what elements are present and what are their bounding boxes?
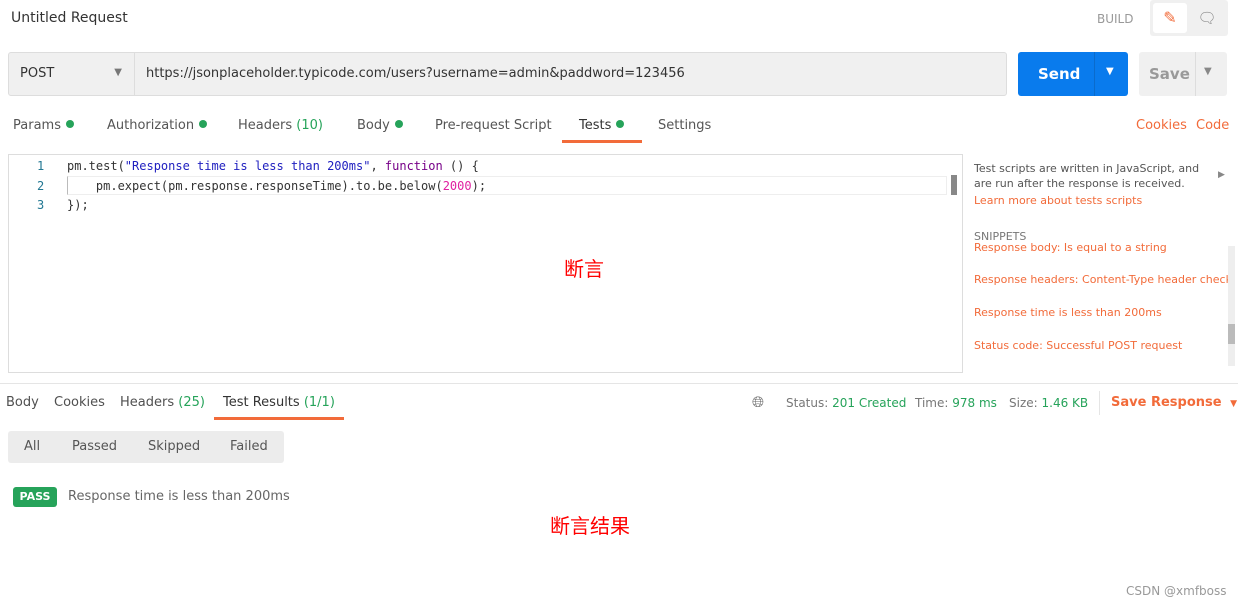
globe-icon[interactable]: 🌐︎ <box>752 393 764 411</box>
code-line: pm.expect(pm.response.responseTime).to.b… <box>67 179 487 193</box>
chevron-down-icon: ▼ <box>114 67 122 78</box>
tab-params[interactable]: Params <box>13 118 74 133</box>
watermark: CSDN @xmfboss <box>1126 584 1227 598</box>
url-input[interactable]: https://jsonplaceholder.typicode.com/use… <box>146 66 685 81</box>
snippet-item[interactable]: Response headers: Content-Type header ch… <box>974 273 1232 286</box>
chevron-down-icon: ▼ <box>1230 399 1238 409</box>
time-info: Time: 978 ms <box>915 396 997 410</box>
test-result-name: Response time is less than 200ms <box>68 489 290 504</box>
response-tab-test-results[interactable]: Test Results (1/1) <box>223 395 335 410</box>
code-line: }); <box>67 198 89 212</box>
status-info: Status: 201 Created <box>786 396 907 410</box>
annotation-assertion-result: 断言结果 <box>550 514 630 538</box>
line-number: 3 <box>37 198 45 212</box>
code-line: pm.test("Response time is less than 200m… <box>67 159 479 173</box>
tab-tests[interactable]: Tests <box>579 118 625 133</box>
collapse-arrow-icon[interactable]: ▶ <box>1218 170 1225 180</box>
filter-all[interactable]: All <box>24 439 40 454</box>
editor-scrollbar[interactable] <box>951 175 957 195</box>
tests-description: Test scripts are written in JavaScript, … <box>974 162 1200 190</box>
size-info: Size: 1.46 KB <box>1009 396 1089 410</box>
learn-more-link[interactable]: Learn more about tests scripts <box>974 194 1142 207</box>
status-dot <box>199 120 208 128</box>
test-script-editor[interactable]: 1 2 3 pm.test("Response time is less tha… <box>8 154 963 373</box>
save-label: Save <box>1149 65 1190 83</box>
line-number: 1 <box>37 159 45 173</box>
result-filter: All Passed Skipped Failed <box>8 431 284 463</box>
comment-icon[interactable]: 🗨 <box>1192 3 1222 33</box>
code-link[interactable]: Code <box>1196 118 1229 133</box>
pencil-icon[interactable]: ✎ <box>1153 3 1187 33</box>
save-button[interactable]: Save ▼ <box>1139 52 1227 96</box>
tab-settings[interactable]: Settings <box>658 118 711 133</box>
build-mode-label: BUILD <box>1097 12 1134 26</box>
send-label: Send <box>1038 65 1081 83</box>
status-dot <box>616 120 625 128</box>
snippet-item[interactable]: Response time is less than 200ms <box>974 306 1162 319</box>
send-button[interactable]: Send ▼ <box>1018 52 1128 96</box>
active-tab-underline <box>214 417 344 420</box>
response-tab-cookies[interactable]: Cookies <box>54 395 105 410</box>
response-tab-body[interactable]: Body <box>6 395 39 410</box>
active-tab-underline <box>562 140 642 143</box>
pass-badge: PASS <box>13 487 57 507</box>
send-dropdown-icon[interactable]: ▼ <box>1106 66 1114 77</box>
annotation-assertion: 断言 <box>564 257 604 281</box>
request-title: Untitled Request <box>11 10 128 26</box>
method-select[interactable]: POST ▼ <box>8 52 135 96</box>
save-dropdown-icon[interactable]: ▼ <box>1204 66 1212 77</box>
filter-passed[interactable]: Passed <box>72 439 117 454</box>
snippets-scrollbar[interactable] <box>1228 246 1235 366</box>
response-tab-headers[interactable]: Headers (25) <box>120 395 205 410</box>
status-dot <box>65 120 74 128</box>
snippet-item[interactable]: Response body: Is equal to a string <box>974 241 1167 254</box>
save-response-button[interactable]: Save Response ▼ <box>1111 395 1237 410</box>
line-number: 2 <box>37 179 45 193</box>
snippet-item[interactable]: Status code: Successful POST request <box>974 339 1182 352</box>
tab-authorization[interactable]: Authorization <box>107 118 208 133</box>
tab-pre-request-script[interactable]: Pre-request Script <box>435 118 552 133</box>
cookies-link[interactable]: Cookies <box>1136 118 1187 133</box>
filter-skipped[interactable]: Skipped <box>148 439 200 454</box>
status-dot <box>394 120 403 128</box>
tab-body[interactable]: Body <box>357 118 403 133</box>
filter-failed[interactable]: Failed <box>230 439 268 454</box>
tab-headers[interactable]: Headers (10) <box>238 118 323 133</box>
method-value: POST <box>20 66 55 81</box>
